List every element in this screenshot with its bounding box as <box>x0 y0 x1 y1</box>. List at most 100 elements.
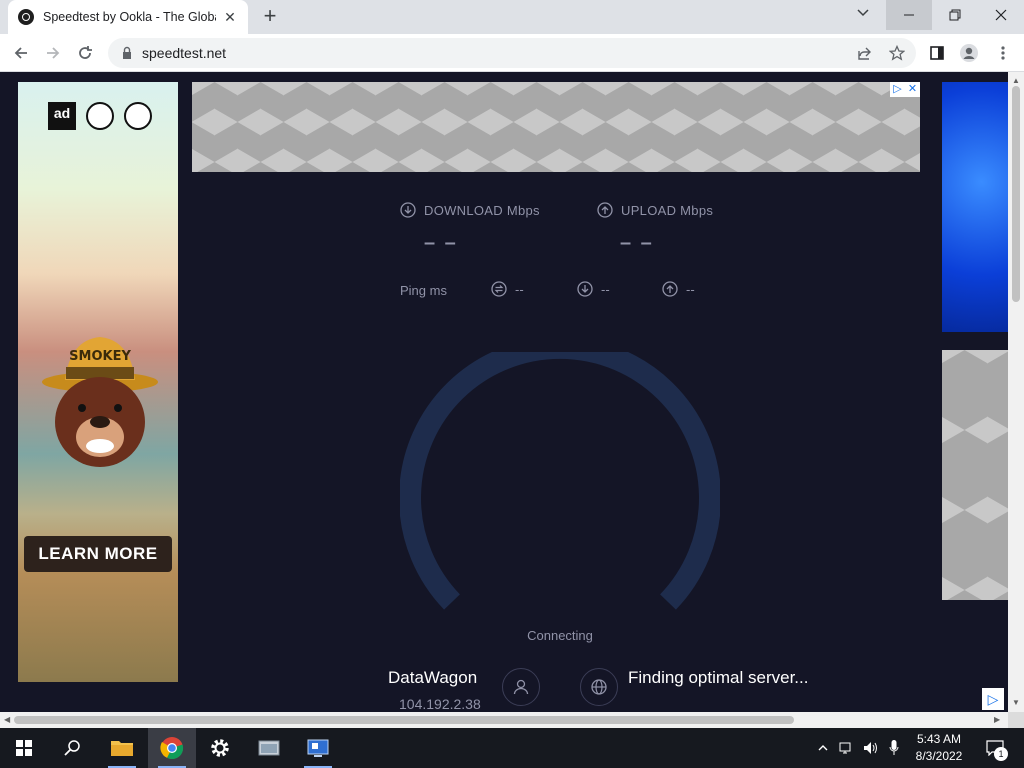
reload-icon <box>79 46 92 59</box>
speed-gauge <box>400 352 720 610</box>
scroll-corner <box>1008 712 1024 728</box>
chrome-button[interactable] <box>148 728 196 768</box>
forward-button[interactable] <box>40 40 66 66</box>
horizontal-scrollbar[interactable]: ◀ ▶ <box>0 712 1008 728</box>
ping-download-value: -- <box>601 281 610 297</box>
right-ad-bottom[interactable] <box>942 350 1008 600</box>
tab-search-button[interactable] <box>852 6 874 28</box>
tab-strip: Speedtest by Ookla - The Global Broadban… <box>0 0 1024 34</box>
minimize-button[interactable] <box>886 0 932 30</box>
left-skyscraper-ad[interactable]: ad SMOKEY LEARN MORE <box>18 82 178 682</box>
smokey-hat-text: SMOKEY <box>69 349 131 364</box>
address-bar[interactable]: speedtest.net <box>108 38 916 68</box>
start-button[interactable] <box>0 728 48 768</box>
download-value: – – <box>424 232 458 254</box>
notification-center-button[interactable]: 1 <box>980 728 1010 768</box>
ping-upload-value: -- <box>686 281 695 297</box>
scroll-left-icon[interactable]: ◀ <box>4 715 10 724</box>
file-explorer-button[interactable] <box>98 728 146 768</box>
share-icon <box>858 47 871 60</box>
reload-button[interactable] <box>72 40 98 66</box>
ping-idle-value: -- <box>515 281 524 297</box>
folder-icon <box>111 741 133 756</box>
back-button[interactable] <box>8 40 34 66</box>
speedtest-favicon-icon <box>18 9 34 25</box>
avatar-icon <box>960 44 978 62</box>
ping-idle: -- <box>491 281 524 297</box>
right-ad-top[interactable] <box>942 82 1008 332</box>
app-window-icon <box>258 740 280 756</box>
remote-desktop-button[interactable] <box>294 728 342 768</box>
vertical-scrollbar[interactable]: ▲ ▼ <box>1008 72 1024 712</box>
ping-download: -- <box>577 281 610 297</box>
app-window-button[interactable] <box>246 728 294 768</box>
lock-icon[interactable] <box>120 46 134 60</box>
adchoices-icon[interactable]: ▷ <box>890 82 905 97</box>
search-icon <box>64 740 80 756</box>
volume-tray-button[interactable] <box>860 728 882 768</box>
arrow-right-icon <box>47 47 60 59</box>
ad-council-logo: ad <box>48 102 76 130</box>
adchoices[interactable]: ▷ ✕ <box>890 82 920 97</box>
horizontal-scroll-thumb[interactable] <box>14 716 794 724</box>
connection-status: Connecting <box>527 628 593 643</box>
speedtest-page: ad SMOKEY LEARN MORE ▷ ✕ ▷ DOWNLOAD Mbps <box>0 72 1008 712</box>
upload-metric: UPLOAD Mbps <box>597 202 713 218</box>
url-text[interactable]: speedtest.net <box>142 45 226 61</box>
top-banner-ad[interactable]: ▷ ✕ <box>192 82 920 172</box>
tab-speedtest[interactable]: Speedtest by Ookla - The Global Broadban… <box>8 0 248 34</box>
learn-more-button[interactable]: LEARN MORE <box>24 536 172 572</box>
ad-close-icon[interactable]: ✕ <box>905 82 920 97</box>
network-icon <box>839 742 851 754</box>
microphone-icon <box>889 740 899 755</box>
chrome-icon <box>160 737 184 760</box>
ping-download-icon <box>577 281 593 297</box>
star-icon <box>889 45 905 61</box>
scroll-right-icon[interactable]: ▶ <box>994 715 1000 724</box>
server-status-text: Finding optimal server... <box>628 668 809 687</box>
scroll-down-icon[interactable]: ▼ <box>1012 698 1020 707</box>
ping-upload-icon <box>662 281 678 297</box>
chevron-down-icon <box>857 9 869 17</box>
profile-button[interactable] <box>956 40 982 66</box>
download-metric: DOWNLOAD Mbps <box>400 202 540 218</box>
upload-label: UPLOAD Mbps <box>621 202 714 218</box>
close-window-button[interactable] <box>978 0 1024 30</box>
minimize-icon <box>904 14 914 16</box>
close-icon <box>995 9 1007 21</box>
adchoices-bottom-icon[interactable]: ▷ <box>982 688 1004 710</box>
ping-idle-icon <box>491 281 507 297</box>
upload-arrow-icon <box>597 202 613 218</box>
vertical-scroll-thumb[interactable] <box>1012 86 1020 302</box>
windows-logo-icon <box>16 740 32 756</box>
menu-button[interactable] <box>990 40 1016 66</box>
windows-taskbar: 5:43 AM 8/3/2022 1 <box>0 728 1024 768</box>
system-clock[interactable]: 5:43 AM 8/3/2022 <box>904 731 974 765</box>
side-panel-icon <box>930 46 944 60</box>
new-tab-button[interactable]: + <box>258 4 282 28</box>
download-label: DOWNLOAD Mbps <box>424 202 540 218</box>
side-panel-button[interactable] <box>924 40 950 66</box>
restore-button[interactable] <box>932 0 978 30</box>
ping-upload: -- <box>662 281 695 297</box>
scroll-up-icon[interactable]: ▲ <box>1012 76 1020 85</box>
share-button[interactable] <box>852 40 878 66</box>
isp-ip: 104.192.2.38 <box>399 696 481 712</box>
upload-value: – – <box>620 232 654 254</box>
tab-close-icon[interactable]: ✕ <box>222 9 238 26</box>
show-hidden-icons-button[interactable] <box>812 728 834 768</box>
arrow-left-icon <box>14 47 27 59</box>
microphone-tray-button[interactable] <box>884 728 904 768</box>
globe-circle-button[interactable] <box>580 668 618 706</box>
ad-logos: ad <box>48 102 152 130</box>
bookmark-button[interactable] <box>884 40 910 66</box>
download-arrow-icon <box>400 202 416 218</box>
user-circle-button[interactable] <box>502 668 540 706</box>
network-tray-button[interactable] <box>836 728 858 768</box>
settings-button[interactable] <box>196 728 244 768</box>
search-button[interactable] <box>48 728 96 768</box>
remote-desktop-icon <box>307 739 329 757</box>
clock-date: 8/3/2022 <box>915 749 963 763</box>
tab-title: Speedtest by Ookla - The Global Broadban… <box>43 10 216 24</box>
forest-service-logo <box>86 102 114 130</box>
